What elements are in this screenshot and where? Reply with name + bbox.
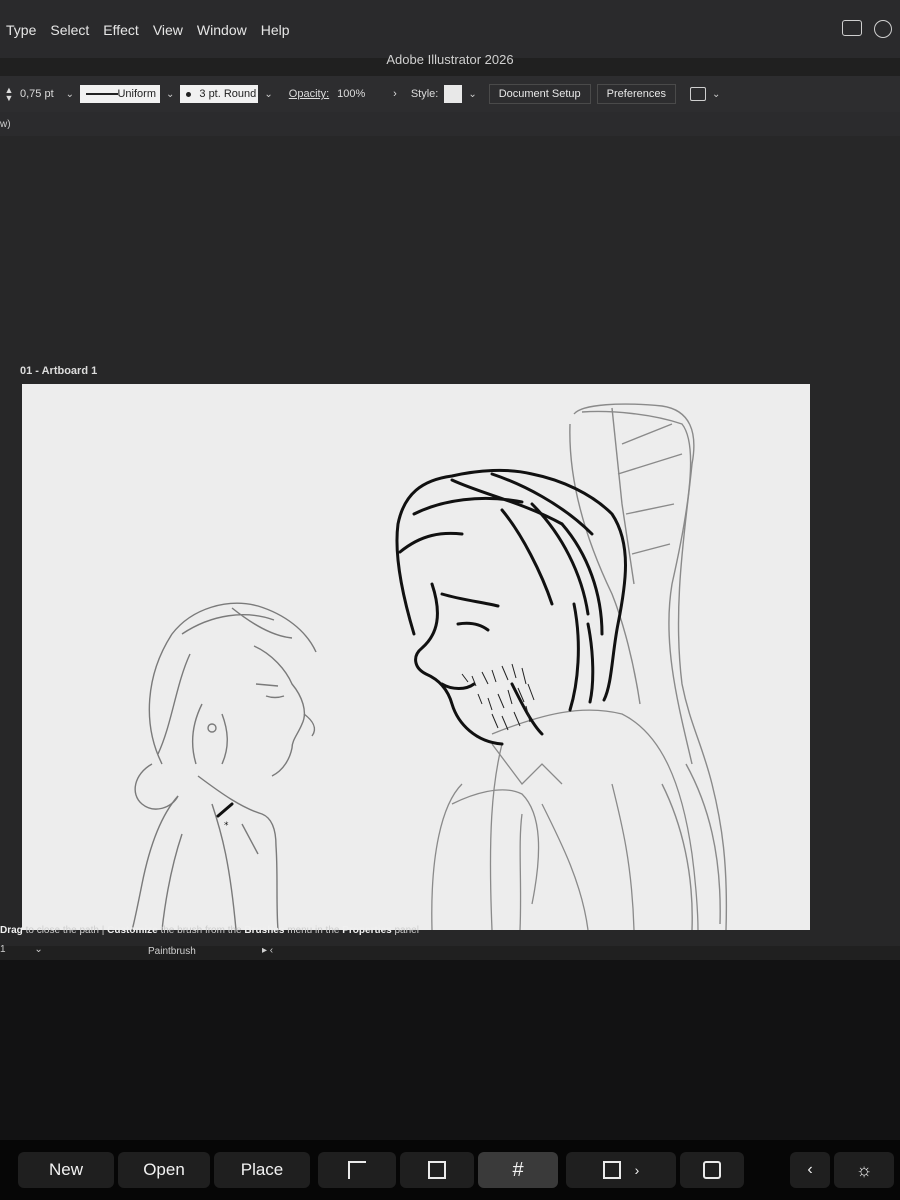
arrange-documents-icon[interactable] (689, 87, 706, 101)
menu-type[interactable]: Type (0, 22, 44, 38)
current-tool-label: Paintbrush (148, 946, 196, 957)
hint-text-2: the brush from the (157, 925, 245, 936)
artboard-label[interactable]: 01 - Artboard 1 (20, 365, 97, 377)
menu-bar: Type Select Effect View Window Help Adob… (0, 0, 900, 67)
woman-sketch (131, 602, 317, 930)
app-title: Adobe Illustrator 2026 (386, 52, 514, 67)
chevron-down-icon[interactable]: ⌄ (468, 89, 476, 100)
stroke-weight-field[interactable]: ▲ ▼ 0,75 pt ⌄ (4, 84, 80, 104)
paintbrush-cursor: * (216, 802, 234, 831)
status-hint: Drag to close the path | Customize the b… (0, 925, 419, 936)
menu-window[interactable]: Window (191, 22, 255, 38)
touchbar-place-button[interactable]: Place (214, 1152, 310, 1188)
touch-bar: New Open Place # › ‹ ☼ (0, 1140, 900, 1200)
hint-customize: Customize (107, 925, 158, 936)
chevron-down-icon[interactable]: ⌄ (712, 89, 720, 100)
hint-text-3: menu in the (284, 925, 343, 936)
artboard[interactable]: * (22, 384, 810, 930)
preferences-button[interactable]: Preferences (596, 84, 676, 104)
menu-help[interactable]: Help (255, 22, 298, 38)
hint-brushes: Brushes (244, 925, 285, 936)
menubar-status-icons (842, 20, 892, 38)
chevron-down-icon[interactable]: ⌄ (166, 89, 174, 100)
grid-icon (428, 1161, 446, 1179)
zoom-select[interactable]: 1 ⌄ (0, 944, 43, 955)
document-setup-button[interactable]: Document Setup (488, 84, 591, 104)
stroke-line-icon (86, 93, 118, 95)
artwork: * (131, 403, 728, 930)
opacity-label[interactable]: Opacity: (289, 88, 329, 100)
pixel-grid-icon: # (512, 1158, 524, 1181)
svg-text:*: * (224, 821, 229, 831)
style-label: Style: (410, 88, 439, 100)
laptop-bezel (0, 960, 900, 1140)
menu-view[interactable]: View (147, 22, 191, 38)
zoom-value: 1 (0, 944, 6, 955)
chevron-down-icon[interactable]: ⌄ (66, 89, 74, 100)
style-swatch[interactable] (444, 85, 463, 103)
chevron-right-icon: › (634, 1162, 640, 1178)
hint-drag: Drag (0, 925, 23, 936)
touchbar-crop-button[interactable]: › (566, 1152, 676, 1188)
stepper-icon[interactable]: ▲ ▼ (4, 86, 14, 103)
status-bar: Drag to close the path | Customize the b… (0, 920, 900, 960)
chevron-right-icon[interactable]: › (393, 88, 397, 100)
menu-items: Type Select Effect View Window Help (0, 22, 298, 38)
brush-label: 3 pt. Round (199, 88, 257, 100)
status-nav-arrows-icon[interactable]: ▸ ‹ (262, 945, 273, 956)
profile-label: Uniform (117, 88, 156, 100)
touchbar-rulers-button[interactable] (318, 1152, 396, 1188)
chevron-down-icon[interactable]: ⌄ (264, 89, 272, 100)
creative-cloud-icon[interactable] (874, 20, 892, 38)
touchbar-grid-button[interactable] (400, 1152, 474, 1188)
rulers-icon (348, 1161, 366, 1179)
menu-effect[interactable]: Effect (97, 22, 147, 38)
brush-dot-icon (186, 91, 192, 97)
document-tab-bar: w) (0, 112, 900, 136)
man-body-sketch (431, 709, 699, 930)
touchbar-new-button[interactable]: New (18, 1152, 114, 1188)
touchbar-collapse-button[interactable]: ‹ (790, 1152, 830, 1188)
stroke-weight-value: 0,75 pt (19, 88, 54, 100)
crop-icon (602, 1161, 621, 1179)
touchbar-pixel-grid-button[interactable]: # (478, 1152, 558, 1188)
beard-hatching (461, 663, 535, 731)
hint-properties: Properties (342, 925, 392, 936)
artboards-icon (703, 1161, 721, 1179)
touchbar-artboards-button[interactable] (680, 1152, 744, 1188)
menu-select[interactable]: Select (44, 22, 97, 38)
brush-definition-select[interactable]: 3 pt. Round (180, 85, 259, 103)
brightness-icon: ☼ (855, 1159, 873, 1180)
hint-text-1: to close the path | (22, 925, 108, 936)
opacity-input[interactable]: 100% (337, 88, 389, 100)
chevron-down-icon[interactable]: ⌄ (34, 944, 42, 955)
chevron-left-icon: ‹ (807, 1161, 813, 1178)
control-bar: ▲ ▼ 0,75 pt ⌄ Uniform ⌄ 3 pt. Round ⌄ Opa… (0, 76, 900, 113)
hint-text-4: panel (391, 925, 419, 936)
touchbar-brightness-button[interactable]: ☼ (834, 1152, 894, 1188)
touchbar-open-button[interactable]: Open (118, 1152, 210, 1188)
display-icon[interactable] (842, 20, 862, 36)
variable-width-profile-select[interactable]: Uniform (80, 85, 160, 103)
document-tab-fragment[interactable]: w) (0, 119, 11, 130)
